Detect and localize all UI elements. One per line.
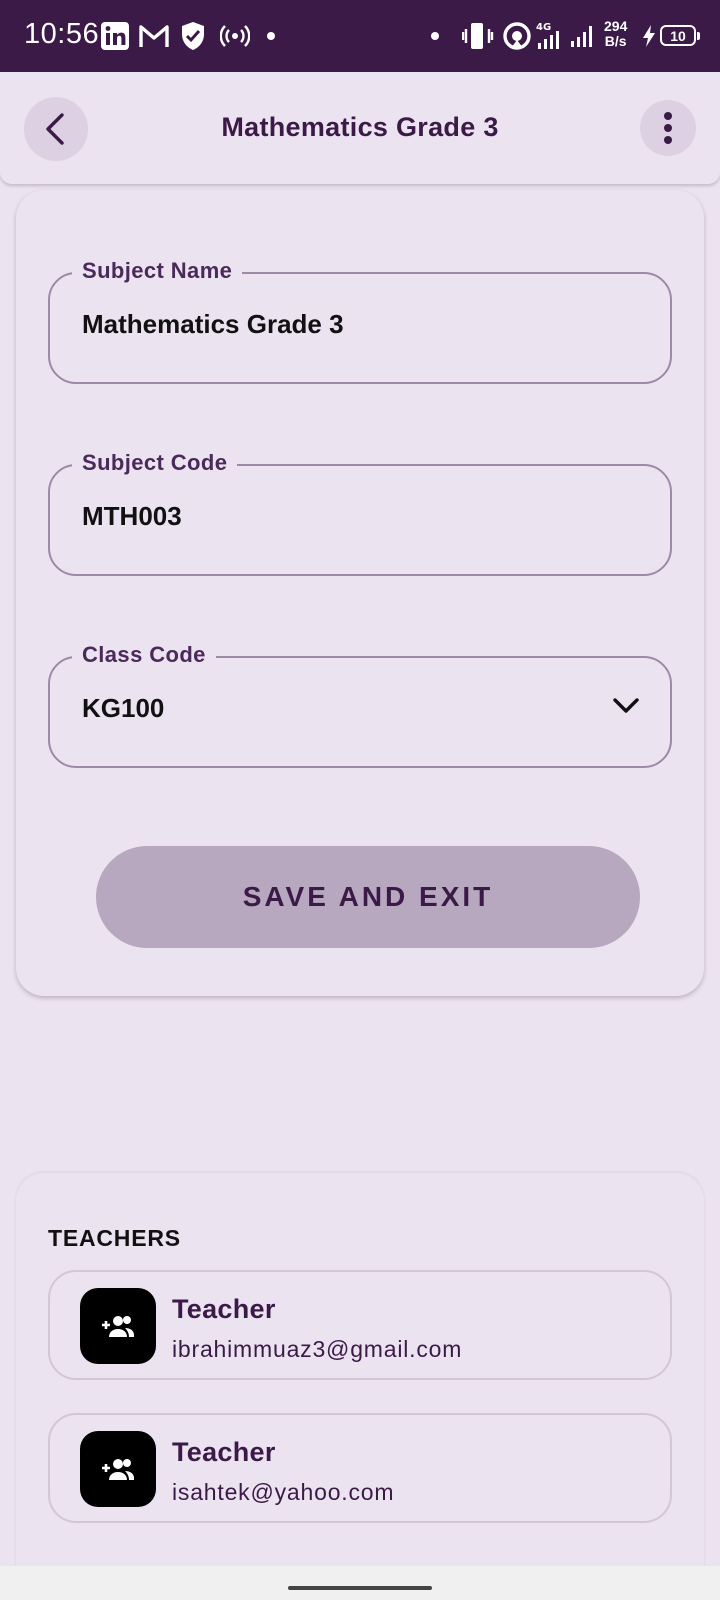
- chevron-down-icon[interactable]: [612, 696, 640, 716]
- teacher-role: Teacher: [172, 1294, 276, 1324]
- gmail-icon: [138, 20, 170, 52]
- wifi-icon: [502, 20, 532, 52]
- battery-indicator: 10: [660, 25, 700, 46]
- teacher-email: isahtek@yahoo.com: [172, 1479, 395, 1505]
- subject-code-field[interactable]: Subject Code MTH003: [48, 450, 672, 576]
- system-nav-bar: [0, 1566, 720, 1600]
- teachers-section-title: TEACHERS: [48, 1225, 181, 1251]
- avatar: [80, 1288, 156, 1364]
- hotspot-icon: [220, 20, 250, 52]
- vibrate-icon: [462, 20, 494, 52]
- group-add-icon: [102, 1316, 134, 1337]
- dot-icon: [266, 20, 276, 52]
- app-bar: Mathematics Grade 3: [0, 72, 720, 184]
- group-add-icon: [102, 1459, 134, 1480]
- subject-name-label: Subject Name: [72, 258, 243, 284]
- page-title: Mathematics Grade 3: [221, 112, 499, 142]
- teacher-list-item[interactable]: Teacher isahtek@yahoo.com: [48, 1413, 672, 1523]
- net-speed-unit: B/s: [604, 33, 627, 49]
- class-code-dropdown[interactable]: Class Code KG100: [48, 642, 672, 768]
- teachers-card: TEACHERS Teacher ibrahimmuaz3@gmail.com …: [16, 1173, 704, 1593]
- home-gesture-handle[interactable]: [288, 1586, 432, 1590]
- subject-name-field[interactable]: Subject Name Mathematics Grade 3: [48, 258, 672, 384]
- subject-code-value[interactable]: MTH003: [82, 501, 182, 532]
- linkedin-icon: [100, 20, 130, 52]
- dot-icon: [430, 20, 440, 52]
- subject-form-card: Subject Name Mathematics Grade 3 Subject…: [16, 190, 704, 996]
- class-code-value[interactable]: KG100: [82, 693, 164, 724]
- subject-code-label: Subject Code: [72, 450, 238, 476]
- net-speed-value: 294: [604, 18, 628, 34]
- net-speed: 294 B/s: [604, 19, 627, 49]
- avatar: [80, 1431, 156, 1507]
- charging-icon: [642, 20, 656, 52]
- class-code-label: Class Code: [72, 642, 216, 668]
- signal-icon: [570, 20, 596, 52]
- status-bar: 10:56 4G 294 B/s 10: [0, 0, 720, 72]
- more-options-button[interactable]: [640, 100, 696, 156]
- more-vert-icon: [664, 112, 672, 144]
- save-and-exit-button[interactable]: SAVE AND EXIT: [96, 846, 640, 948]
- teacher-email: ibrahimmuaz3@gmail.com: [172, 1336, 463, 1362]
- network-4g-icon: 4G: [536, 20, 564, 52]
- status-time: 10:56: [24, 18, 100, 50]
- subject-name-value[interactable]: Mathematics Grade 3: [82, 309, 344, 340]
- svg-text:4G: 4G: [536, 22, 551, 33]
- teacher-list-item[interactable]: Teacher ibrahimmuaz3@gmail.com: [48, 1270, 672, 1380]
- teacher-role: Teacher: [172, 1437, 276, 1467]
- shield-icon: [180, 20, 206, 52]
